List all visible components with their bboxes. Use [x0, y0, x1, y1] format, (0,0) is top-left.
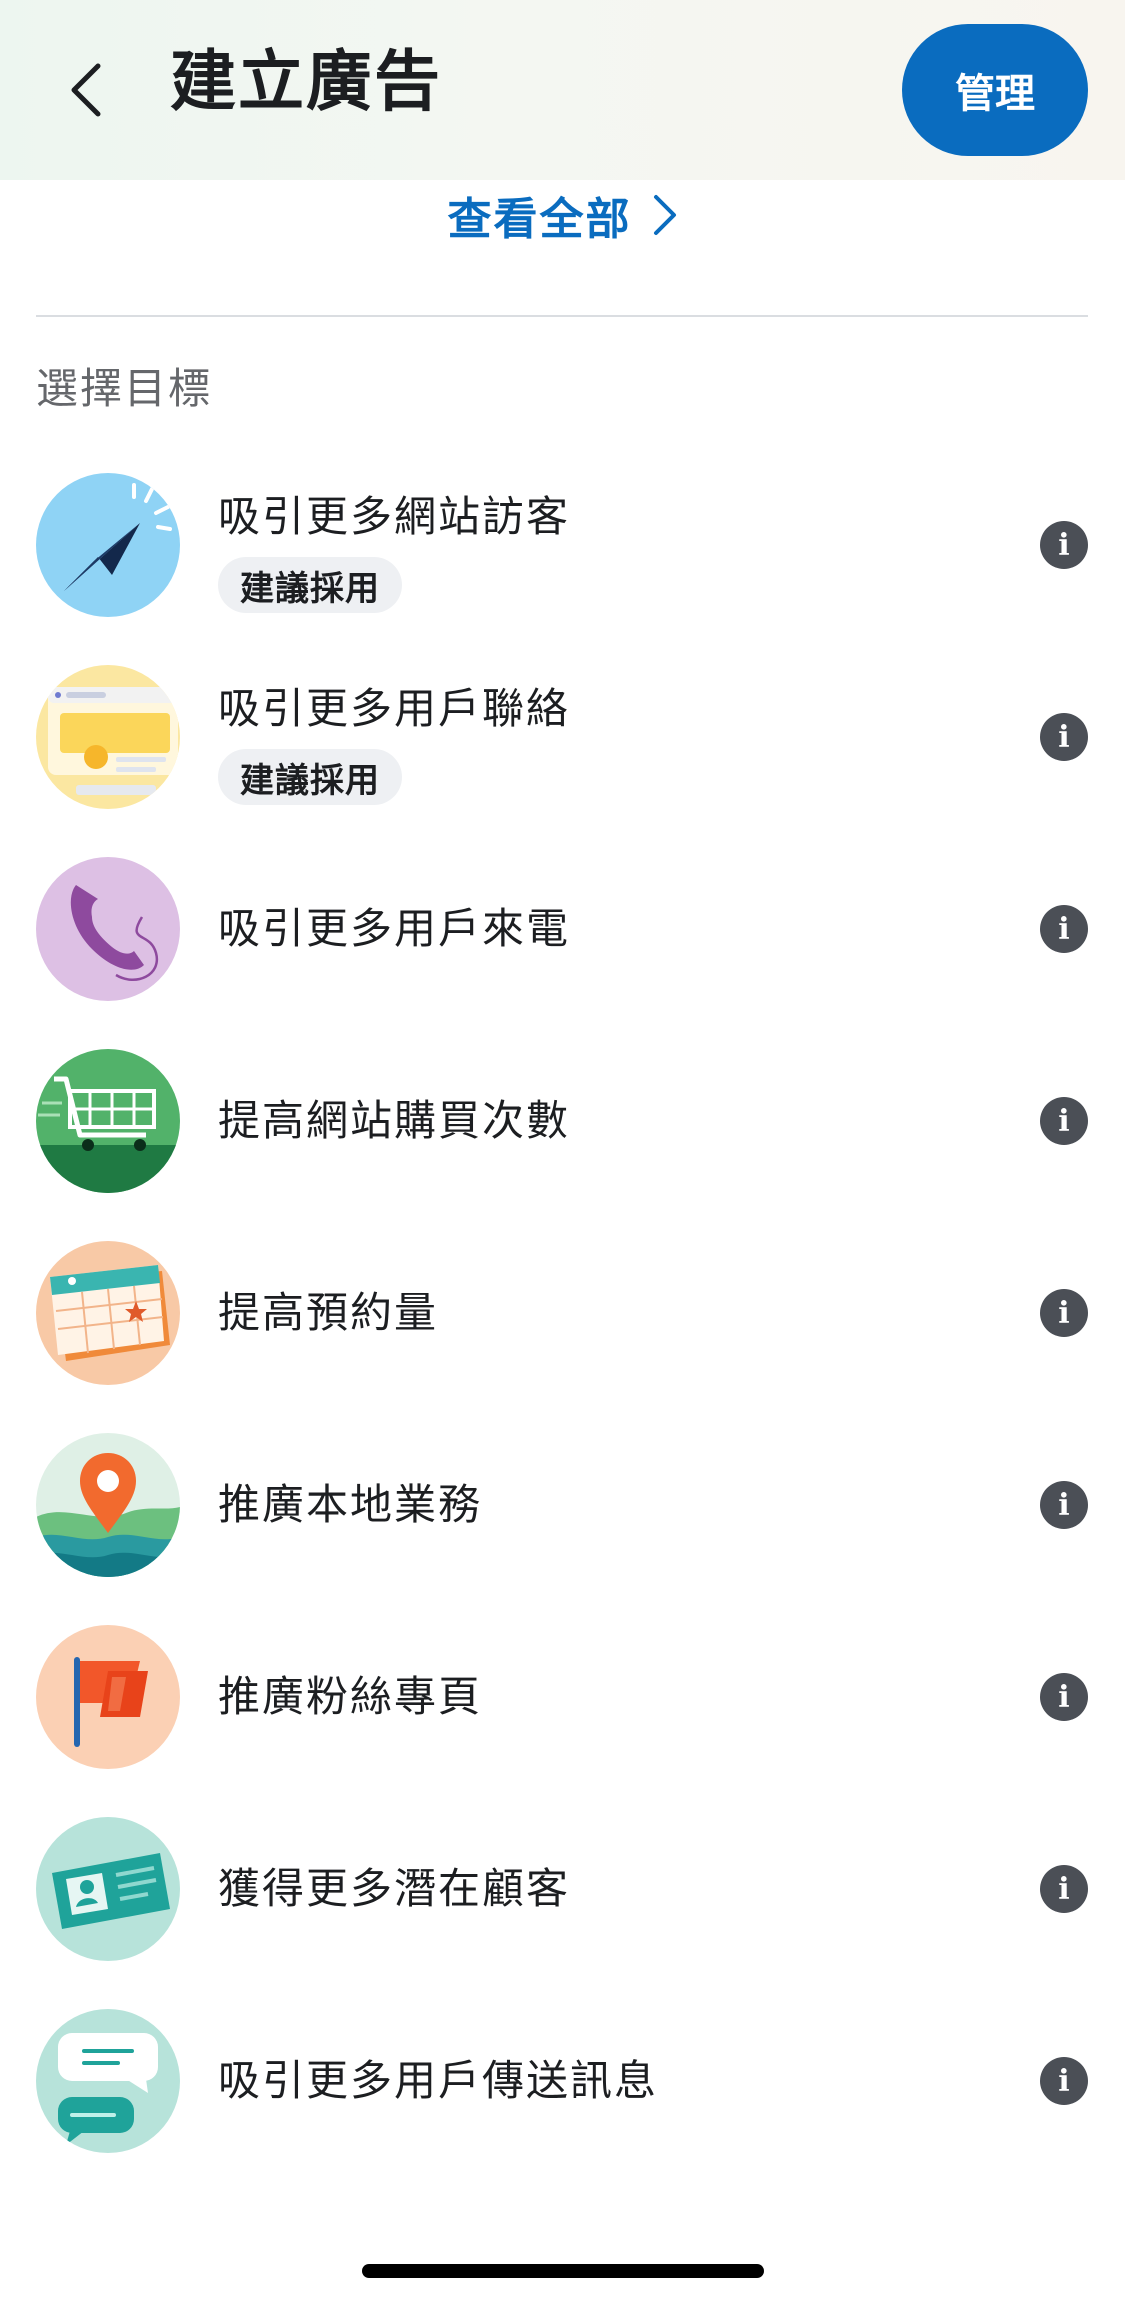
id-card-icon — [36, 1817, 180, 1961]
recommended-badge: 建議採用 — [218, 749, 402, 805]
objective-leads[interactable]: 獲得更多潛在顧客 i — [0, 1809, 1125, 1969]
info-icon[interactable]: i — [1040, 1865, 1088, 1913]
objective-calls[interactable]: 吸引更多用戶來電 i — [0, 849, 1125, 1009]
info-icon[interactable]: i — [1040, 2057, 1088, 2105]
objective-website-visitors[interactable]: 吸引更多網站訪客 建議採用 i — [0, 465, 1125, 625]
objective-label: 提高網站購買次數 — [218, 1096, 571, 1145]
info-icon[interactable]: i — [1040, 1673, 1088, 1721]
objective-local-business[interactable]: 推廣本地業務 i — [0, 1425, 1125, 1585]
info-icon[interactable]: i — [1040, 713, 1088, 761]
info-icon[interactable]: i — [1040, 1097, 1088, 1145]
objective-label: 吸引更多用戶來電 — [218, 904, 571, 953]
back-button[interactable] — [56, 52, 116, 128]
see-all-label: 查看全部 — [447, 194, 632, 245]
objective-label: 推廣粉絲專頁 — [218, 1672, 483, 1721]
chevron-right-icon — [653, 195, 676, 235]
map-pin-icon — [36, 1433, 180, 1577]
flag-icon — [36, 1625, 180, 1769]
objective-purchases[interactable]: 提高網站購買次數 i — [0, 1041, 1125, 1201]
contact-form-icon — [36, 665, 180, 809]
objective-page[interactable]: 推廣粉絲專頁 i — [0, 1617, 1125, 1777]
info-icon[interactable]: i — [1040, 521, 1088, 569]
info-icon[interactable]: i — [1040, 905, 1088, 953]
objective-messages[interactable]: 吸引更多用戶傳送訊息 i — [0, 2001, 1125, 2161]
objective-label: 吸引更多用戶傳送訊息 — [218, 2056, 659, 2105]
top-bar: 建立廣告 管理 — [0, 0, 1125, 180]
objective-label: 推廣本地業務 — [218, 1480, 483, 1529]
objective-label: 吸引更多用戶聯絡 — [218, 684, 571, 733]
recommended-badge: 建議採用 — [218, 557, 402, 613]
objective-label: 吸引更多網站訪客 — [218, 492, 571, 541]
phone-icon — [36, 857, 180, 1001]
info-icon[interactable]: i — [1040, 1481, 1088, 1529]
chevron-left-icon — [71, 63, 101, 117]
section-title: 選擇目標 — [36, 364, 213, 413]
calendar-icon — [36, 1241, 180, 1385]
divider — [36, 315, 1088, 317]
objective-bookings[interactable]: 提高預約量 i — [0, 1233, 1125, 1393]
info-icon[interactable]: i — [1040, 1289, 1088, 1337]
home-indicator[interactable] — [362, 2264, 764, 2278]
chat-bubbles-icon — [36, 2009, 180, 2153]
page-title: 建立廣告 — [170, 43, 442, 120]
objective-contacts[interactable]: 吸引更多用戶聯絡 建議採用 i — [0, 657, 1125, 817]
cursor-click-icon — [36, 473, 180, 617]
shopping-cart-icon — [36, 1049, 180, 1193]
manage-button[interactable]: 管理 — [902, 24, 1088, 156]
objective-label: 提高預約量 — [218, 1288, 439, 1337]
objective-label: 獲得更多潛在顧客 — [218, 1864, 571, 1913]
see-all-link[interactable]: 查看全部 — [0, 180, 1125, 250]
